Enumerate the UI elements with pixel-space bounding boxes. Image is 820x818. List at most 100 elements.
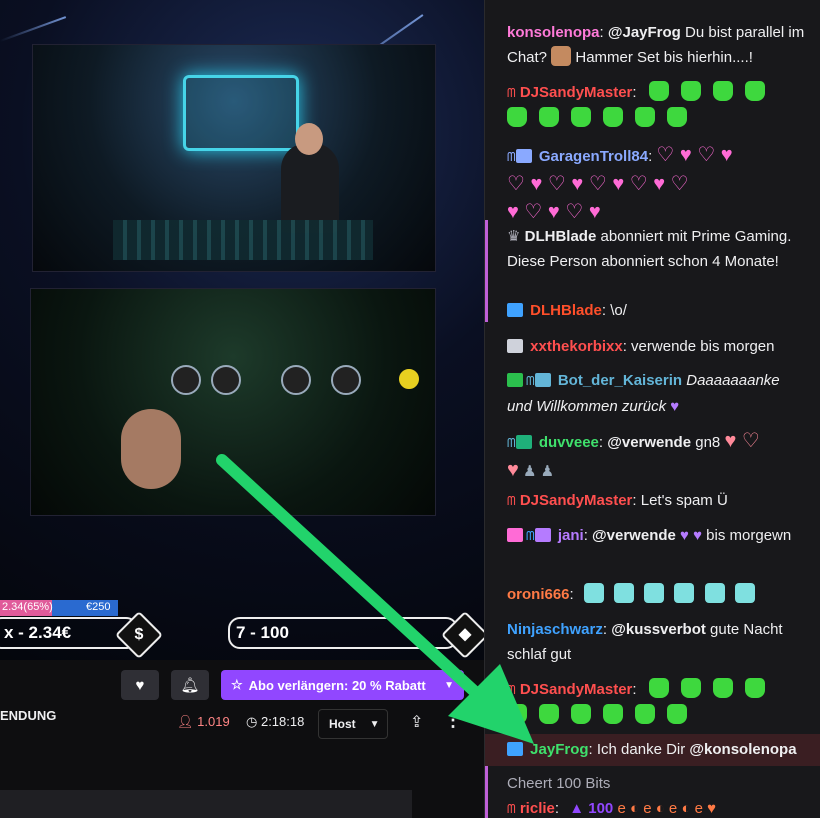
chat-panel: konsolenopa: @JayFrog Du bist parallel i… (484, 0, 820, 818)
badge-icon: ᗰ (507, 86, 516, 100)
badge-icon: ᗰ (526, 529, 535, 543)
overlay-pill-right: 7 - 100 (228, 617, 458, 649)
emote (644, 583, 665, 603)
chat-message: ᗰ jani: @verwende ♥ ♥ bis morgewn (507, 523, 807, 549)
cheer-highlight-bar (485, 766, 488, 818)
chat-mention[interactable]: @konsolenopa (689, 741, 796, 758)
chevron-down-icon: ▼ (444, 679, 454, 691)
viewer-count: 👤︎ 1.019 (177, 714, 230, 729)
chat-username[interactable]: Bot_der_Kaiserin (558, 372, 682, 389)
emote (635, 704, 655, 724)
chat-username[interactable]: JayFrog (530, 741, 588, 758)
emote (603, 107, 623, 127)
emote (674, 583, 695, 603)
heart-emote: ♥ ♡ ♥ ♡ ♥ (507, 201, 601, 223)
chat-message: xxthekorbixx: verwende bis morgen (507, 334, 807, 359)
clock-icon: ◷ (246, 714, 258, 729)
badge-icon (507, 339, 523, 353)
emote (571, 704, 591, 724)
emote (648, 81, 669, 101)
subscribe-renew-button[interactable]: ☆ Abo verlängern: 20 % Rabatt ▼ (221, 670, 464, 700)
heart-emote: ♥ (507, 459, 519, 481)
chat-message: ᗰ DJSandyMaster: (507, 80, 807, 131)
chat-username[interactable]: oroni666 (507, 586, 570, 603)
video-player[interactable]: 2.34(65%) €250 x - 2.34€ $ 7 - 100 ◆ (0, 0, 484, 660)
hands (121, 409, 181, 489)
dj-deck (113, 220, 373, 260)
chat-message: JayFrog: Ich danke Dir @konsolenopa (507, 737, 807, 762)
chat-username[interactable]: xxthekorbixx (530, 338, 623, 355)
emote (635, 107, 655, 127)
knob (331, 365, 361, 395)
badge-icon: ᗰ (507, 436, 516, 450)
chat-username[interactable]: DJSandyMaster (520, 84, 633, 101)
overlay-pill-right-text: 7 - 100 (236, 623, 289, 642)
overlay-pill-left-text: x - 2.34€ (4, 623, 72, 642)
chat-username[interactable]: GaragenTroll84 (539, 148, 648, 165)
emote (603, 704, 623, 724)
camera-view-bottom (30, 288, 436, 516)
heart-badge-icon (507, 528, 523, 542)
panel-strip (0, 790, 412, 818)
chat-username[interactable]: DLHBlade (525, 228, 597, 245)
chat-mention[interactable]: @JayFrog (608, 24, 681, 41)
chat-username[interactable]: konsolenopa (507, 24, 600, 41)
badge-icon: ᗰ (507, 150, 516, 164)
follow-button[interactable]: ♥ (121, 670, 159, 700)
cheer-notice: Cheert 100 Bits (507, 775, 611, 792)
chat-mention[interactable]: @verwende (607, 434, 691, 451)
chat-message: konsolenopa: @JayFrog Du bist parallel i… (507, 24, 805, 66)
chat-username[interactable]: Ninjaschwarz (507, 621, 603, 638)
chat-message: Ninjaschwarz: @kussverbot gute Nacht sch… (507, 621, 783, 663)
chat-username[interactable]: duvveee (539, 434, 599, 451)
heart-icon: ♥ (135, 676, 145, 694)
emote (507, 107, 527, 127)
person-icon: 👤︎ (177, 714, 194, 729)
emote (667, 704, 687, 724)
knob (171, 365, 201, 395)
bits-icon: ▲ (569, 800, 585, 817)
emote (583, 583, 604, 603)
share-icon[interactable]: ⇪ (410, 712, 423, 732)
chat-message: DLHBlade: \o/ (507, 298, 807, 323)
chat-username[interactable]: jani (558, 527, 584, 544)
more-options-icon[interactable]: ⋮ (444, 710, 462, 731)
chevron-down-icon: ▼ (369, 718, 380, 730)
emote (713, 81, 734, 101)
dj-head (295, 123, 323, 155)
goal-progress-bar: 2.34(65%) €250 (0, 600, 118, 616)
chat-message: oroni666: (507, 582, 807, 607)
emote (680, 678, 701, 698)
emote (704, 583, 725, 603)
chat-message: ᗰ GaragenTroll84: ♡ ♥ ♡ ♥ ♡ ♥ ♡ ♥ ♡ ♥ ♡ … (507, 144, 733, 223)
emote (680, 81, 701, 101)
subscription-highlight-bar (485, 220, 488, 322)
chat-mention[interactable]: @kussverbot (611, 621, 706, 638)
emote (667, 107, 687, 127)
chat-username[interactable]: DJSandyMaster (520, 681, 633, 698)
chat-username[interactable]: DLHBlade (530, 302, 602, 319)
chat-message: ᗰ riclie: ▲ 100 e ◐ e ◐ e ◐ e ♥ (507, 800, 717, 817)
emote (539, 107, 559, 127)
star-icon: ☆ (231, 677, 243, 692)
gift-icon (515, 149, 532, 163)
camera-view-top (32, 44, 436, 272)
chat-username[interactable]: DJSandyMaster (520, 492, 633, 509)
chat-message: ᗰ Bot_der_Kaiserin Daaaaaaanke und Willk… (507, 372, 780, 415)
crown-badge-icon (507, 742, 523, 756)
chat-message: ᗰ DJSandyMaster: (507, 677, 807, 728)
badge-icon: ᗰ (507, 683, 516, 697)
verified-icon (534, 528, 551, 542)
host-button[interactable]: Host ▼ (318, 709, 388, 739)
emote (571, 107, 591, 127)
crown-badge-icon (507, 303, 523, 317)
heart-emote: ♥ ♥ (680, 527, 703, 544)
chat-username[interactable]: riclie (520, 800, 555, 817)
bell-icon: 🔔︎ (180, 677, 200, 694)
emote (539, 704, 559, 724)
notification-button[interactable]: 🔔︎ (171, 670, 209, 700)
heart-emote: ♥ ♡ (724, 430, 760, 452)
emote: ♟ ♟ (523, 463, 555, 480)
knob (281, 365, 311, 395)
chat-mention[interactable]: @verwende (592, 527, 676, 544)
